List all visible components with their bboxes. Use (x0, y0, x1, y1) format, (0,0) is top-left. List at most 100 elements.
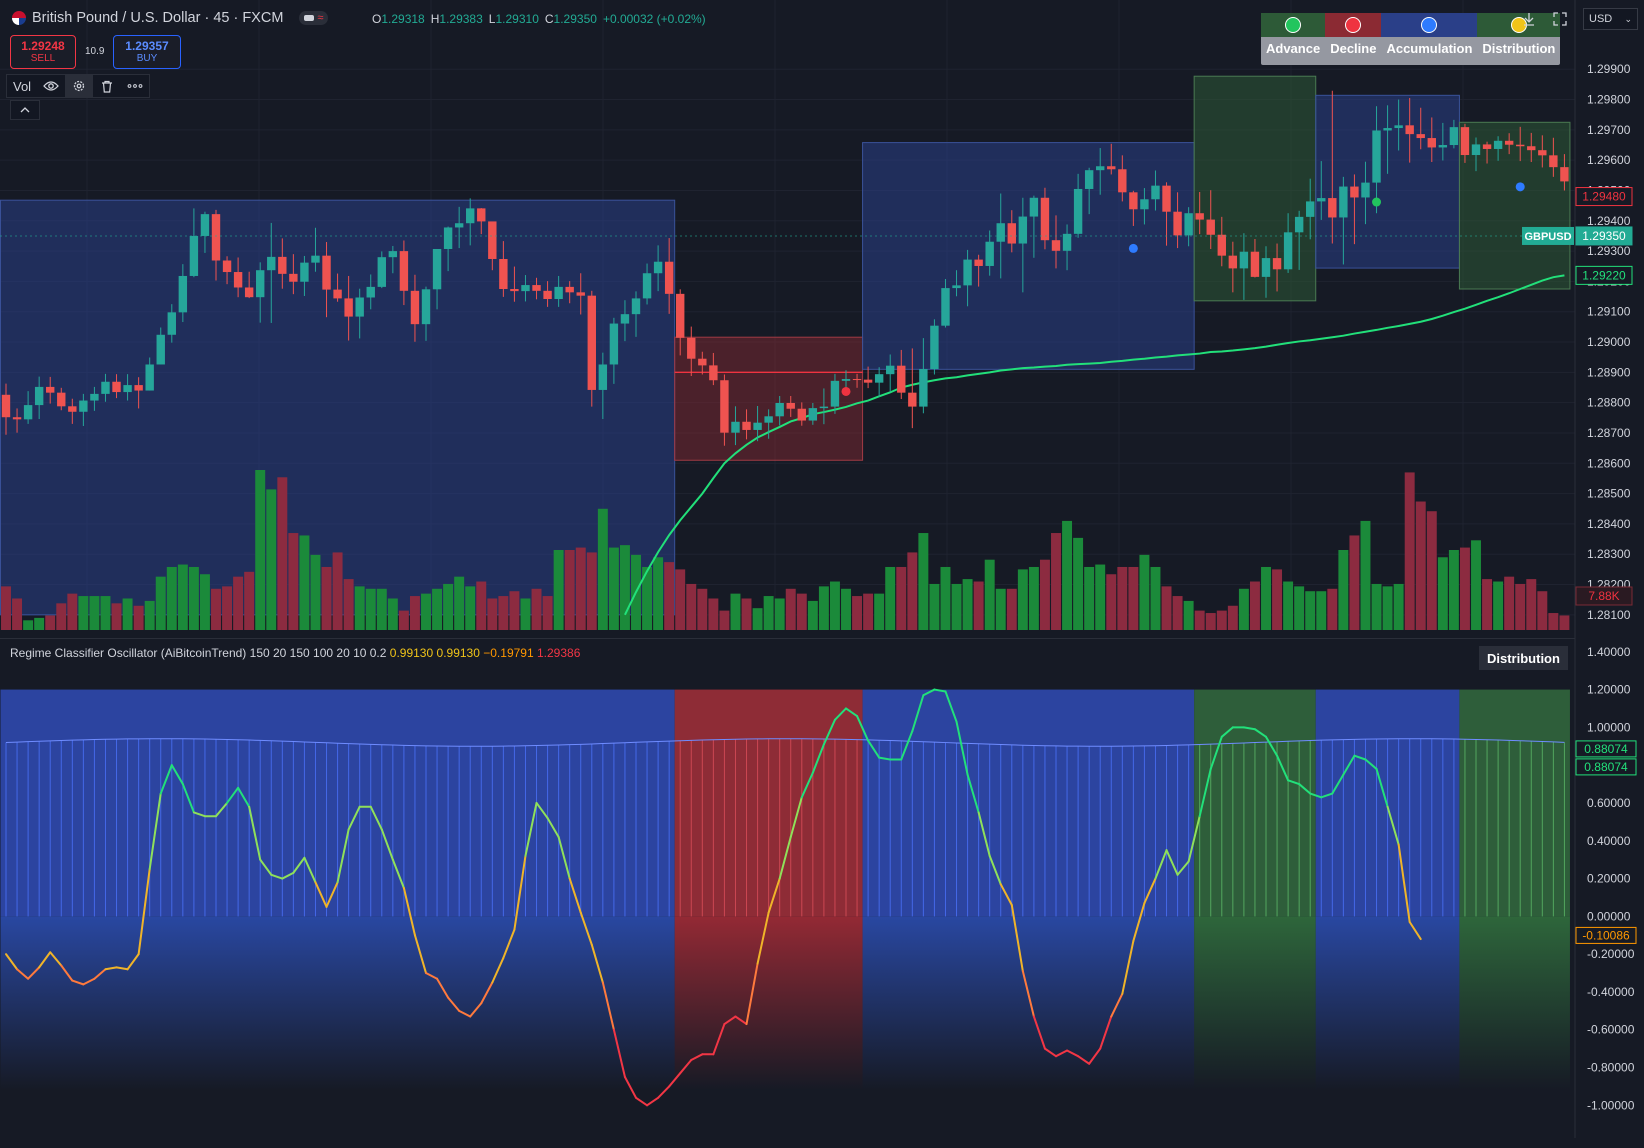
candle-body (1217, 234, 1226, 256)
buy-button[interactable]: 1.29357 BUY (113, 35, 181, 69)
currency-select[interactable]: USD ⌄ (1583, 8, 1638, 30)
volume-bar (553, 550, 564, 630)
volume-bar (310, 554, 321, 630)
oscillator-tick: 1.20000 (1587, 683, 1631, 697)
price-tick: 1.28100 (1587, 608, 1631, 622)
legend-item-distribution[interactable]: Distribution (1477, 13, 1561, 65)
symbol-title[interactable]: British Pound / U.S. Dollar · 45 · FXCM (32, 10, 283, 26)
volume-bar (1272, 569, 1283, 630)
volume-bar (1117, 566, 1128, 630)
candle-body (874, 374, 884, 383)
candle-body (1062, 233, 1072, 251)
candle-body (101, 381, 110, 394)
price-axis: 1.299001.298001.297001.296001.295001.294… (1574, 0, 1644, 640)
legend-label: Accumulation (1386, 41, 1473, 56)
volume-bar (1205, 613, 1216, 630)
more-icon[interactable] (121, 75, 149, 97)
volume-bar (409, 596, 420, 630)
candle-body (1173, 211, 1182, 236)
volume-bar (166, 566, 177, 630)
sell-label: SELL (30, 53, 56, 64)
chevron-up-icon[interactable] (10, 100, 40, 120)
volume-bar (874, 593, 885, 630)
candle-body (1084, 170, 1094, 189)
candle-body (565, 286, 574, 293)
candle-body (123, 385, 132, 393)
volume-bar (255, 470, 266, 630)
candle-body (79, 400, 88, 412)
oscillator-badge-value: 0.88074 (1584, 742, 1628, 756)
volume-bar (785, 588, 796, 630)
fullscreen-icon[interactable] (1551, 10, 1569, 28)
legend-item-advance[interactable]: Advance (1261, 13, 1326, 65)
price-tick: 1.28400 (1587, 517, 1631, 531)
volume-bar (321, 566, 332, 630)
candle-body (1306, 201, 1315, 217)
candle-body (985, 241, 994, 266)
eye-icon[interactable] (37, 75, 65, 97)
oscillator-tick: -0.80000 (1587, 1061, 1635, 1075)
volume-bar (199, 574, 210, 630)
settings-icon[interactable] (65, 75, 94, 97)
candle-body (366, 286, 375, 298)
download-icon[interactable] (1520, 10, 1538, 28)
volume-bar (597, 508, 608, 630)
trash-icon[interactable] (93, 75, 121, 97)
volume-bar (1028, 566, 1039, 630)
volume-bar (918, 533, 929, 630)
candle-body (1228, 255, 1238, 269)
candle-body (1272, 258, 1282, 270)
candle-body (919, 369, 928, 407)
volume-bar (1559, 615, 1570, 630)
candle-body (1372, 130, 1381, 183)
candle-body (134, 385, 143, 391)
indicator-legend[interactable]: Regime Classifier Oscillator (AiBitcoinT… (10, 646, 580, 660)
volume-bar (299, 535, 310, 630)
volume-bar (774, 598, 785, 630)
regime-signal-dot (1515, 182, 1525, 192)
candle-body (908, 392, 917, 407)
volume-bar (1404, 472, 1415, 630)
volume-bar (1249, 581, 1260, 630)
candle-body (1107, 166, 1116, 170)
volume-bar (1548, 613, 1559, 630)
volume-bar (863, 593, 874, 630)
candle-body (1029, 197, 1039, 217)
volume-bar (1471, 540, 1481, 630)
volume-bar (1426, 511, 1437, 630)
oscillator-chart[interactable]: 1.400001.200001.000000.800000.600000.400… (0, 638, 1644, 1138)
volume-bar (807, 600, 818, 630)
legend-item-decline[interactable]: Decline (1325, 13, 1382, 65)
market-status-toggle[interactable]: ≈ (299, 11, 329, 25)
regime-signal-dot (1372, 197, 1382, 207)
oscillator-tick: -1.00000 (1587, 1098, 1635, 1112)
volume-bar (1448, 550, 1459, 630)
candle-body (532, 285, 541, 291)
candle-body (1449, 127, 1459, 146)
regime-status-badge[interactable]: Distribution (1479, 646, 1568, 670)
oscillator-tick: -0.60000 (1587, 1023, 1635, 1037)
sell-price: 1.29248 (21, 39, 65, 53)
volume-bar (211, 588, 221, 630)
oscillator-regime-lower (1459, 916, 1570, 1091)
volume-bar (719, 610, 730, 630)
volume-bar (177, 564, 188, 630)
buy-label: BUY (136, 53, 158, 64)
legend-item-accumulation[interactable]: Accumulation (1381, 13, 1478, 65)
candle-body (1538, 150, 1547, 156)
volume-bar (984, 559, 995, 630)
volume-bar (266, 489, 277, 630)
price-tick: 1.28800 (1587, 396, 1631, 410)
buy-price: 1.29357 (125, 39, 169, 53)
candle-body (466, 208, 475, 224)
price-chart[interactable]: 1.299001.298001.297001.296001.295001.294… (0, 0, 1644, 640)
candle-body (167, 312, 176, 335)
candle-body (189, 235, 199, 276)
candle-body (963, 259, 972, 286)
volume-bar (1006, 588, 1017, 630)
candle-body (1482, 144, 1492, 149)
sell-button[interactable]: 1.29248 SELL (10, 35, 76, 69)
volume-label[interactable]: Vol (7, 75, 37, 97)
volume-bar (818, 586, 829, 630)
volume-bar (697, 588, 708, 630)
